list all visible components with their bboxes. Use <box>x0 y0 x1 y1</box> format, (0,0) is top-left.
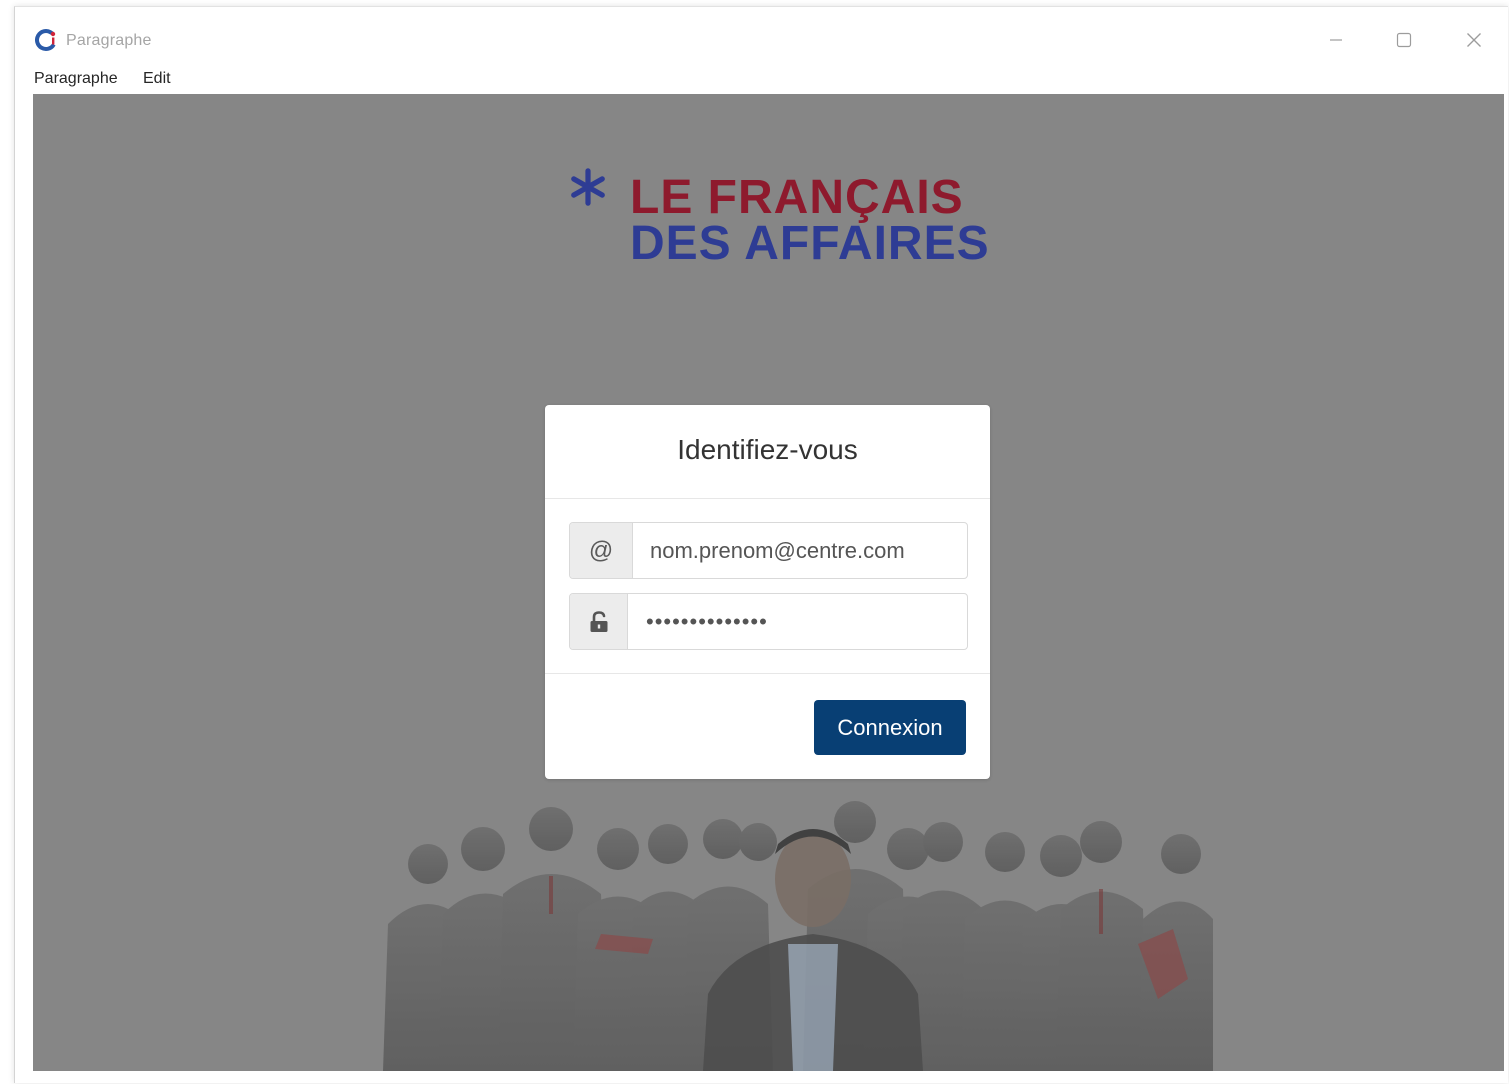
close-button[interactable] <box>1459 25 1489 55</box>
login-card: Identifiez-vous @ Connexion <box>545 405 990 779</box>
logo-text-line2: DES AFFAIRES <box>630 217 990 270</box>
login-card-footer: Connexion <box>545 673 990 780</box>
password-input-group <box>569 593 968 650</box>
window-title: Paragraphe <box>66 32 152 49</box>
email-field[interactable] <box>650 523 960 578</box>
login-title: Identifiez-vous <box>677 433 858 465</box>
close-icon <box>1467 33 1481 47</box>
maximize-button[interactable] <box>1389 25 1419 55</box>
minimize-icon <box>1330 39 1342 41</box>
app-window: Paragraphe Paragraphe Edit LE FRANÇAIS D… <box>14 6 1508 1083</box>
connexion-button[interactable]: Connexion <box>814 700 966 755</box>
title-bar: Paragraphe <box>15 7 1508 67</box>
login-screen: LE FRANÇAIS DES AFFAIRES Identifiez-vous… <box>33 94 1504 1071</box>
business-people-image <box>383 801 1213 1071</box>
menu-item-paragraphe[interactable]: Paragraphe <box>34 70 118 88</box>
minimize-button[interactable] <box>1321 25 1351 55</box>
unlock-icon <box>570 594 628 649</box>
menu-item-edit[interactable]: Edit <box>143 70 171 88</box>
brand-logo: LE FRANÇAIS DES AFFAIRES <box>569 164 989 270</box>
email-input-group: @ <box>569 522 968 579</box>
menu-bar: Paragraphe Edit <box>15 67 1508 94</box>
asterisk-icon <box>571 168 605 206</box>
at-sign-icon: @ <box>570 523 633 578</box>
password-field[interactable] <box>646 594 960 649</box>
login-card-header: Identifiez-vous <box>545 405 990 499</box>
ci-logo-icon <box>35 29 57 51</box>
maximize-icon <box>1396 32 1412 48</box>
